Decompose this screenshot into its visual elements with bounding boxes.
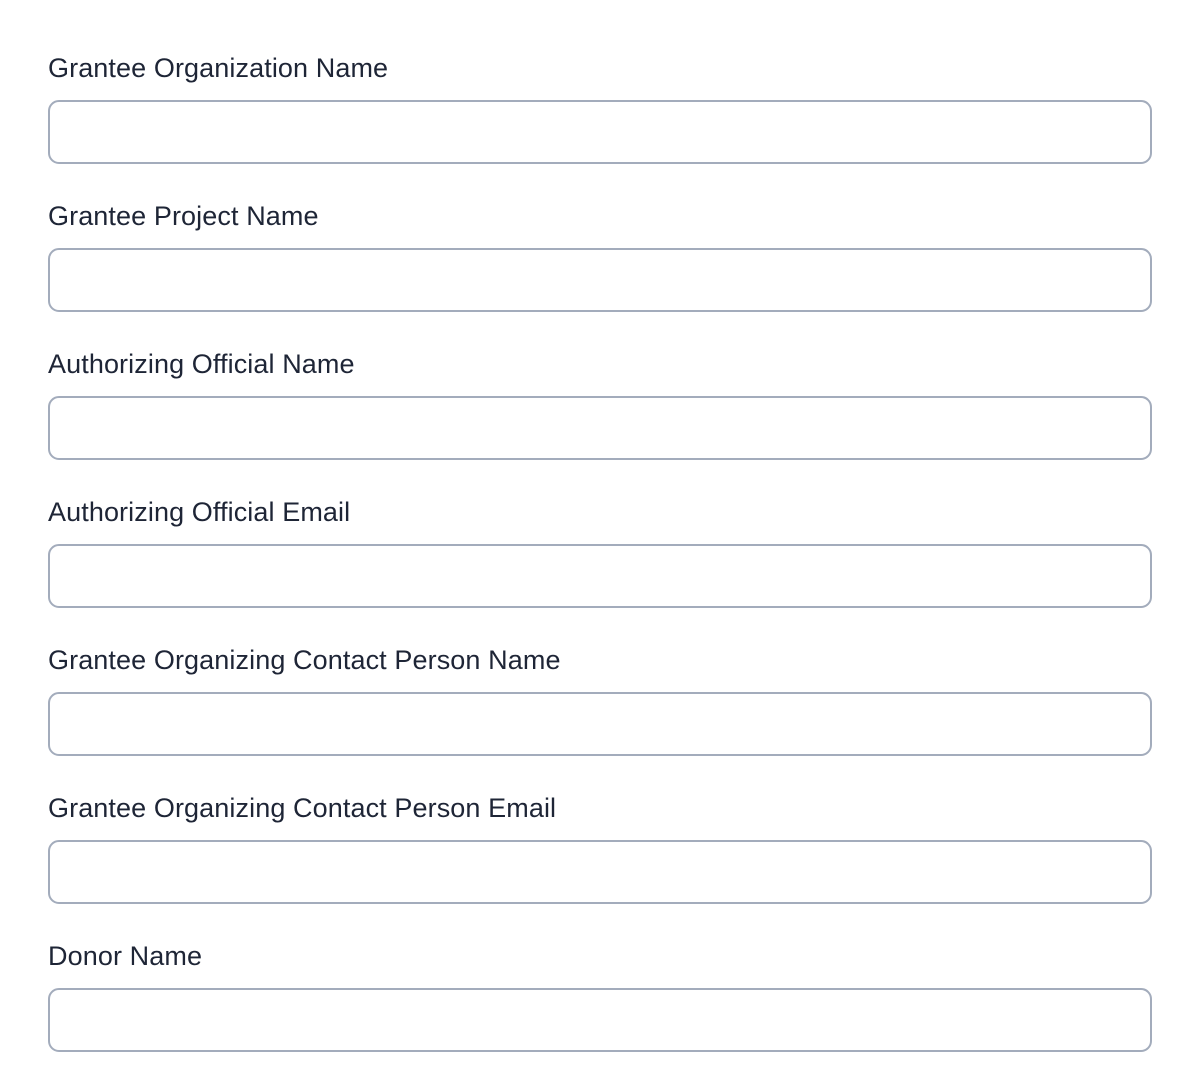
grantee-organization-name-label: Grantee Organization Name xyxy=(48,53,389,83)
authorizing-official-name-label: Authorizing Official Name xyxy=(48,349,355,379)
authorizing-official-name-input[interactable] xyxy=(48,396,1152,460)
grantee-form: Grantee Organization Name Grantee Projec… xyxy=(48,50,1152,1086)
authorizing-official-email-label: Authorizing Official Email xyxy=(48,497,351,527)
authorizing-official-email-field: Authorizing Official Email xyxy=(48,494,1152,642)
contact-person-name-input[interactable] xyxy=(48,692,1152,756)
donor-name-input[interactable] xyxy=(48,988,1152,1052)
donor-name-field: Donor Name xyxy=(48,938,1152,1086)
authorizing-official-name-field: Authorizing Official Name xyxy=(48,346,1152,494)
grantee-project-name-input[interactable] xyxy=(48,248,1152,312)
contact-person-email-input[interactable] xyxy=(48,840,1152,904)
grantee-project-name-label: Grantee Project Name xyxy=(48,201,319,231)
grantee-organization-name-input[interactable] xyxy=(48,100,1152,164)
authorizing-official-email-input[interactable] xyxy=(48,544,1152,608)
contact-person-name-field: Grantee Organizing Contact Person Name xyxy=(48,642,1152,790)
contact-person-email-field: Grantee Organizing Contact Person Email xyxy=(48,790,1152,938)
contact-person-name-label: Grantee Organizing Contact Person Name xyxy=(48,645,561,675)
donor-name-label: Donor Name xyxy=(48,941,203,971)
contact-person-email-label: Grantee Organizing Contact Person Email xyxy=(48,793,557,823)
grantee-organization-name-field: Grantee Organization Name xyxy=(48,50,1152,198)
grantee-project-name-field: Grantee Project Name xyxy=(48,198,1152,346)
